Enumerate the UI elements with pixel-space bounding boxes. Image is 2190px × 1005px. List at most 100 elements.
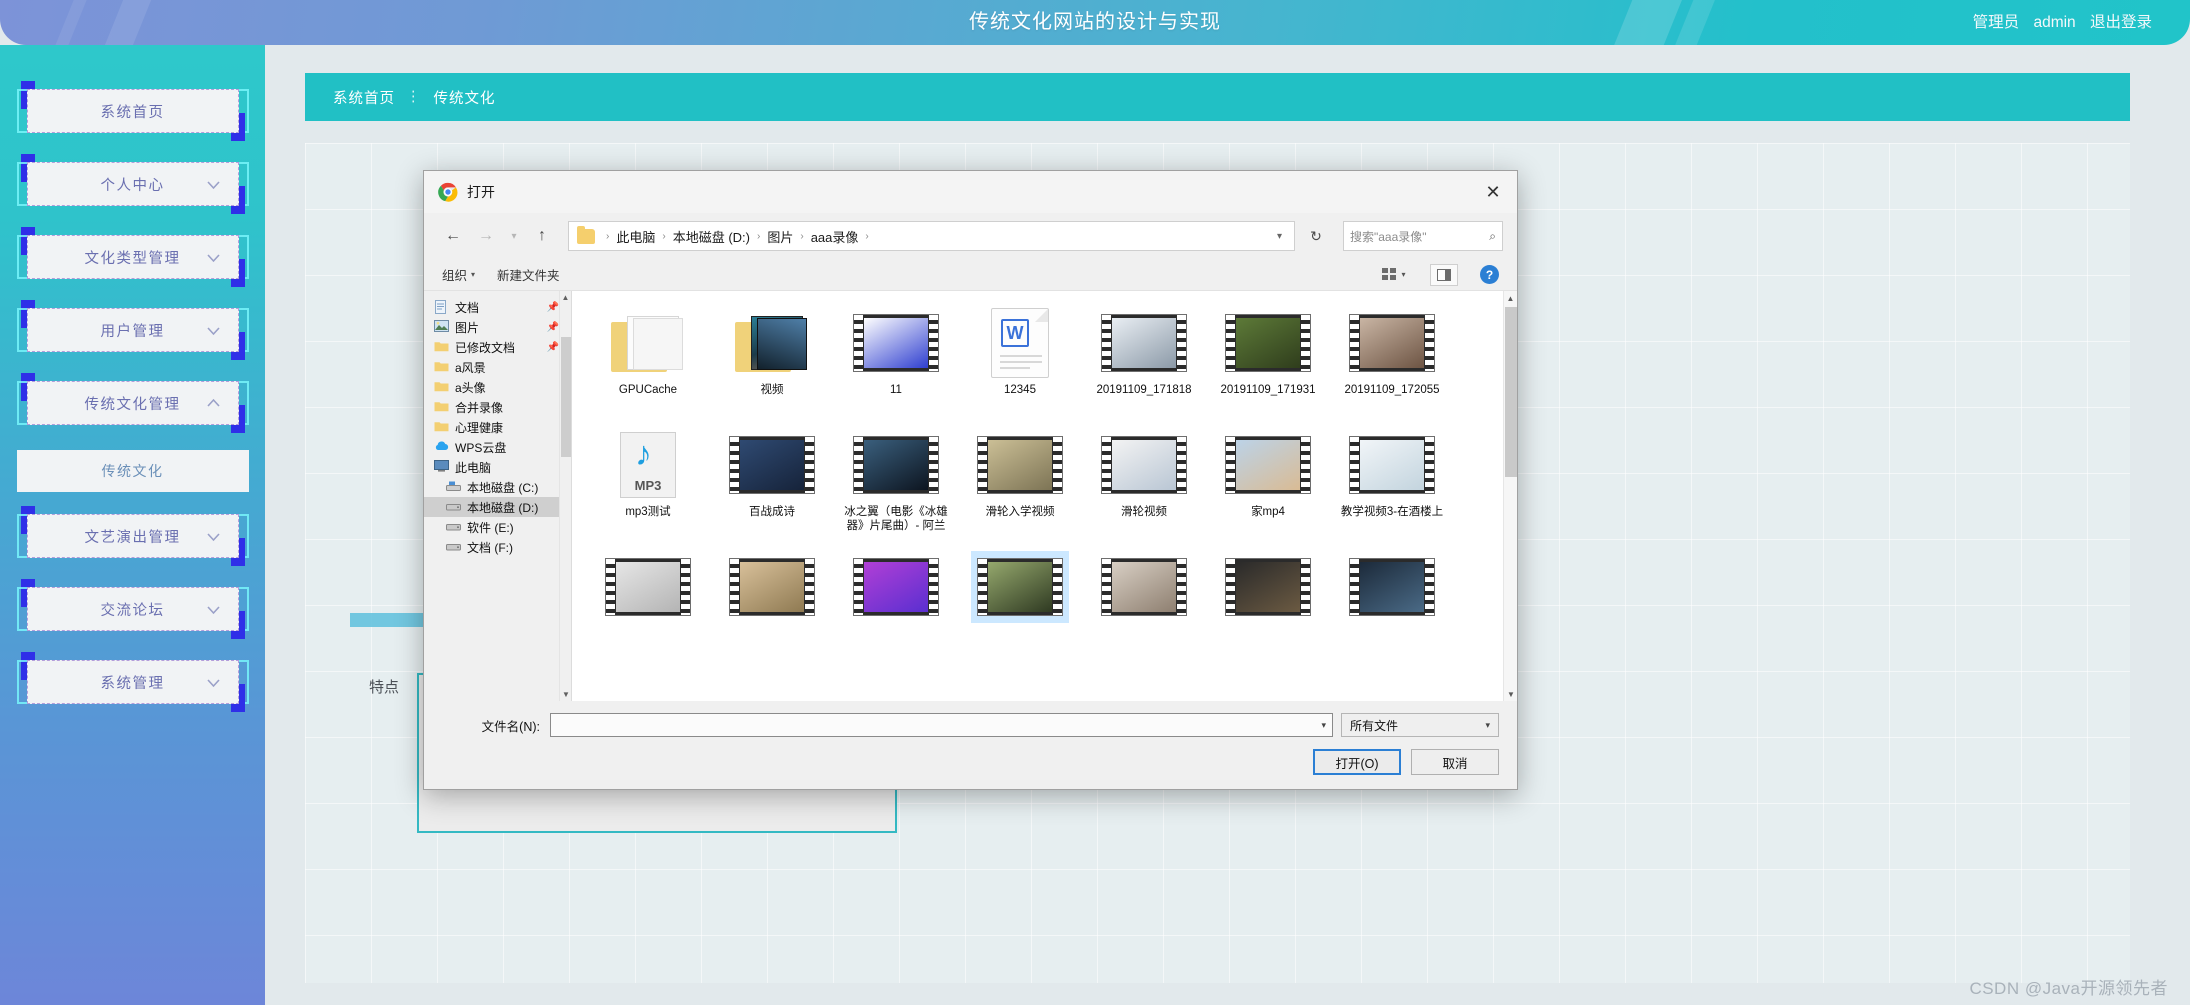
preview-pane-button[interactable]	[1430, 263, 1458, 286]
sidebar-subitem-0[interactable]: 传统文化	[16, 450, 249, 492]
file-item-5[interactable]: 20191109_171931	[1206, 303, 1330, 425]
file-item-16[interactable]	[834, 547, 958, 669]
filetype-select[interactable]: 所有文件 ▾	[1341, 713, 1499, 737]
tree-scroll-thumb[interactable]	[561, 337, 571, 457]
tree-item-3[interactable]: a风景	[424, 357, 571, 377]
sidebar-item-face[interactable]: 文艺演出管理	[26, 514, 239, 558]
pin-icon[interactable]: 📌	[547, 322, 559, 333]
forward-icon[interactable]: →	[471, 221, 501, 251]
chevron-down-icon[interactable]: ▾	[1321, 720, 1326, 731]
file-item-4[interactable]: 20191109_171818	[1082, 303, 1206, 425]
search-box[interactable]: 搜索"aaa录像" ⌕	[1343, 221, 1503, 251]
video-file-icon	[1225, 436, 1311, 494]
tree-item-8[interactable]: 此电脑	[424, 457, 571, 477]
path-segment[interactable]: 图片	[765, 227, 795, 246]
tree-item-6[interactable]: 心理健康	[424, 417, 571, 437]
path-segment[interactable]: 本地磁盘 (D:)	[671, 227, 752, 246]
sidebar-item-label: 交流论坛	[100, 602, 165, 619]
logout-link[interactable]: 退出登录	[2090, 14, 2152, 31]
file-thumbnail	[847, 429, 945, 501]
tree-item-label: a头像	[455, 380, 486, 395]
sidebar-item-7[interactable]: 系统管理	[16, 652, 249, 712]
help-icon[interactable]: ?	[1480, 265, 1499, 284]
filename-input[interactable]: ▾	[550, 713, 1333, 737]
folder-icon	[434, 420, 450, 434]
file-item-10[interactable]: 滑轮入学视频	[958, 425, 1082, 547]
tree-item-7[interactable]: WPS云盘	[424, 437, 571, 457]
sidebar-item-face[interactable]: 用户管理	[26, 308, 239, 352]
file-thumbnail	[1219, 551, 1317, 623]
pin-icon[interactable]: 📌	[547, 342, 559, 353]
dialog-navbar: ← → ▾ ↑ › 此电脑 › 本地磁盘 (D:) › 图片 › aaa录像 ›…	[424, 213, 1517, 259]
close-icon[interactable]: ✕	[1469, 171, 1517, 213]
cancel-button[interactable]: 取消	[1411, 749, 1499, 775]
tree-item-9[interactable]: 本地磁盘 (C:)	[424, 477, 571, 497]
files-scrollbar[interactable]: ▲ ▼	[1503, 291, 1517, 701]
sidebar-item-face[interactable]: 传统文化管理	[26, 381, 239, 425]
sidebar-item-face[interactable]: 交流论坛	[26, 587, 239, 631]
tree-item-10[interactable]: 本地磁盘 (D:)	[424, 497, 571, 517]
tree-scrollbar[interactable]: ▲ ▼	[559, 291, 571, 701]
file-item-0[interactable]: GPUCache	[586, 303, 710, 425]
refresh-icon[interactable]: ↻	[1300, 221, 1332, 251]
tree-item-4[interactable]: a头像	[424, 377, 571, 397]
files-scroll-thumb[interactable]	[1505, 307, 1517, 477]
file-item-6[interactable]: 20191109_172055	[1330, 303, 1454, 425]
video-file-icon	[1349, 436, 1435, 494]
file-item-20[interactable]	[1330, 547, 1454, 669]
file-item-17[interactable]	[958, 547, 1082, 669]
file-item-15[interactable]	[710, 547, 834, 669]
address-bar[interactable]: › 此电脑 › 本地磁盘 (D:) › 图片 › aaa录像 › ▾	[568, 221, 1295, 251]
sidebar-item-0[interactable]: 系统首页	[16, 81, 249, 141]
file-item-13[interactable]: 教学视频3-在酒楼上	[1330, 425, 1454, 547]
scroll-down-icon[interactable]: ▼	[1504, 687, 1517, 701]
path-segment[interactable]: aaa录像	[809, 227, 861, 246]
file-item-9[interactable]: 冰之翼（电影《冰雄器》片尾曲）- 阿兰	[834, 425, 958, 547]
word-document-icon: W	[991, 308, 1049, 378]
file-item-3[interactable]: W 12345	[958, 303, 1082, 425]
sidebar-item-3[interactable]: 用户管理	[16, 300, 249, 360]
file-item-18[interactable]	[1082, 547, 1206, 669]
video-file-icon	[853, 436, 939, 494]
file-item-19[interactable]	[1206, 547, 1330, 669]
tree-item-5[interactable]: 合并录像	[424, 397, 571, 417]
up-icon[interactable]: ↑	[527, 221, 557, 251]
pin-icon[interactable]: 📌	[547, 302, 559, 313]
file-item-2[interactable]: 11	[834, 303, 958, 425]
open-button[interactable]: 打开(O)	[1313, 749, 1401, 775]
tree-item-1[interactable]: 图片 📌	[424, 317, 571, 337]
file-name: 百战成诗	[749, 506, 795, 518]
sidebar-item-face[interactable]: 文化类型管理	[26, 235, 239, 279]
sidebar-item-6[interactable]: 交流论坛	[16, 579, 249, 639]
file-item-1[interactable]: 视频	[710, 303, 834, 425]
scroll-up-icon[interactable]: ▲	[1504, 291, 1517, 305]
sidebar-item-1[interactable]: 个人中心	[16, 154, 249, 214]
tree-item-11[interactable]: 软件 (E:)	[424, 517, 571, 537]
recent-locations-icon[interactable]: ▾	[504, 221, 524, 251]
sidebar-item-5[interactable]: 文艺演出管理	[16, 506, 249, 566]
chevron-down-icon[interactable]: ▾	[1269, 231, 1290, 242]
filename-row: 文件名(N): ▾ 所有文件 ▾	[442, 713, 1499, 737]
view-mode-button[interactable]: ▾	[1380, 264, 1408, 286]
scroll-up-icon[interactable]: ▲	[560, 291, 571, 304]
file-item-14[interactable]	[586, 547, 710, 669]
new-folder-button[interactable]: 新建文件夹	[497, 265, 560, 284]
scroll-down-icon[interactable]: ▼	[560, 688, 571, 701]
sidebar-item-4[interactable]: 传统文化管理	[16, 373, 249, 433]
tree-item-0[interactable]: 文档 📌	[424, 297, 571, 317]
tree-item-12[interactable]: 文档 (F:)	[424, 537, 571, 557]
sidebar-item-face[interactable]: 个人中心	[26, 162, 239, 206]
breadcrumb-home[interactable]: 系统首页	[333, 87, 395, 108]
file-item-8[interactable]: 百战成诗	[710, 425, 834, 547]
file-item-12[interactable]: 家mp4	[1206, 425, 1330, 547]
file-item-11[interactable]: 滑轮视频	[1082, 425, 1206, 547]
back-icon[interactable]: ←	[438, 221, 468, 251]
file-item-7[interactable]: ♪ MP3 mp3测试	[586, 425, 710, 547]
organize-button[interactable]: 组织 ▾	[442, 265, 475, 284]
search-input[interactable]: 搜索"aaa录像"	[1350, 228, 1489, 245]
sidebar-item-face[interactable]: 系统首页	[26, 89, 239, 133]
tree-item-2[interactable]: 已修改文档 📌	[424, 337, 571, 357]
path-segment[interactable]: 此电脑	[614, 227, 657, 246]
sidebar-item-2[interactable]: 文化类型管理	[16, 227, 249, 287]
sidebar-item-face[interactable]: 系统管理	[26, 660, 239, 704]
